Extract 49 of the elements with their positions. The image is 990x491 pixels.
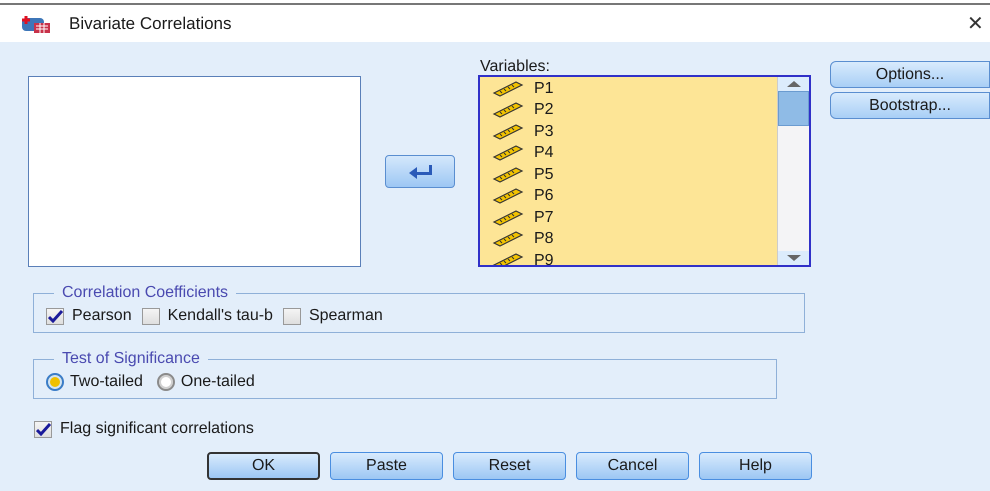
radio-button[interactable] (46, 373, 64, 391)
checkbox[interactable] (46, 308, 64, 324)
radio-label: Two-tailed (70, 372, 143, 392)
ruler-icon (492, 166, 524, 183)
arrow-left-icon (406, 164, 432, 180)
variables-list[interactable]: P1 P2 P3 P4 P5 P6 P7 P8 P9 (478, 75, 811, 267)
dialog-button[interactable]: Bootstrap... (830, 92, 990, 119)
ruler-icon (492, 145, 524, 162)
dialog-button[interactable]: Options... (830, 61, 990, 88)
variable-item[interactable]: P9 (534, 248, 554, 265)
group-title: Correlation Coefficients (61, 283, 230, 303)
radio-button[interactable] (156, 373, 175, 391)
scroll-down-icon[interactable] (778, 251, 809, 265)
scroll-thumb[interactable] (778, 91, 809, 126)
ruler-icon (492, 231, 524, 248)
close-button[interactable]: ✕ (967, 8, 984, 38)
checkbox-label: Kendall's tau-b (168, 306, 273, 326)
ruler-icon (492, 102, 524, 118)
scrollbar[interactable] (777, 77, 809, 265)
checkbox-label: Pearson (72, 306, 132, 326)
dialog-button[interactable]: Reset (453, 452, 566, 480)
checkbox-label: Spearman (308, 306, 383, 326)
dialog-button[interactable]: Paste (330, 452, 443, 480)
checkbox[interactable] (282, 308, 301, 324)
variable-item[interactable]: P8 (534, 227, 554, 252)
variable-item[interactable]: P1 (534, 77, 554, 101)
radio-label: One-tailed (180, 372, 255, 392)
checkbox[interactable] (34, 420, 52, 438)
variable-item[interactable]: P5 (534, 162, 554, 187)
variable-item[interactable]: P3 (534, 120, 554, 144)
checkbox[interactable] (142, 308, 160, 324)
ruler-icon (492, 188, 524, 204)
dialog-button[interactable]: OK (207, 452, 320, 480)
dialog-button[interactable]: Cancel (576, 452, 689, 480)
scroll-up-icon[interactable] (778, 77, 809, 91)
variable-item[interactable]: P4 (534, 141, 554, 166)
group-title: Test of Significance (61, 349, 201, 369)
variable-item[interactable]: P7 (534, 206, 554, 230)
ruler-icon (492, 124, 524, 140)
ruler-icon (492, 210, 524, 226)
ruler-icon (492, 80, 524, 97)
variable-item[interactable]: P2 (534, 98, 554, 122)
variable-item[interactable]: P6 (534, 184, 554, 208)
window-title: Bivariate Correlations (69, 12, 232, 35)
move-back-button[interactable] (384, 155, 454, 188)
dialog-button[interactable]: Help (699, 452, 812, 480)
ruler-icon (492, 252, 524, 265)
variables-label: Variables: (480, 57, 551, 75)
checkbox-label: Flag significant correlations (60, 419, 254, 439)
